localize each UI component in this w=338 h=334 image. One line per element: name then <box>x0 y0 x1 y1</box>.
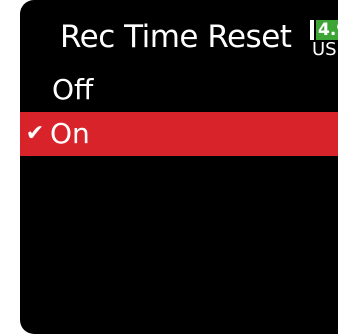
power-source-label: US <box>312 39 337 60</box>
option-list: Off ✔ On <box>20 68 338 156</box>
device-screen: Rec Time Reset 4.9 US Off ✔ On <box>20 0 338 334</box>
battery-terminal-icon <box>310 20 314 40</box>
battery-indicator: 4.9 US <box>310 20 338 64</box>
page-title: Rec Time Reset <box>60 19 292 55</box>
option-off[interactable]: Off <box>20 68 338 112</box>
battery-level: 4.9 <box>316 20 338 40</box>
checkmark-icon: ✔ <box>25 121 45 146</box>
option-on-label: On <box>50 117 90 150</box>
option-on[interactable]: ✔ On <box>20 112 338 156</box>
option-off-label: Off <box>52 73 94 106</box>
